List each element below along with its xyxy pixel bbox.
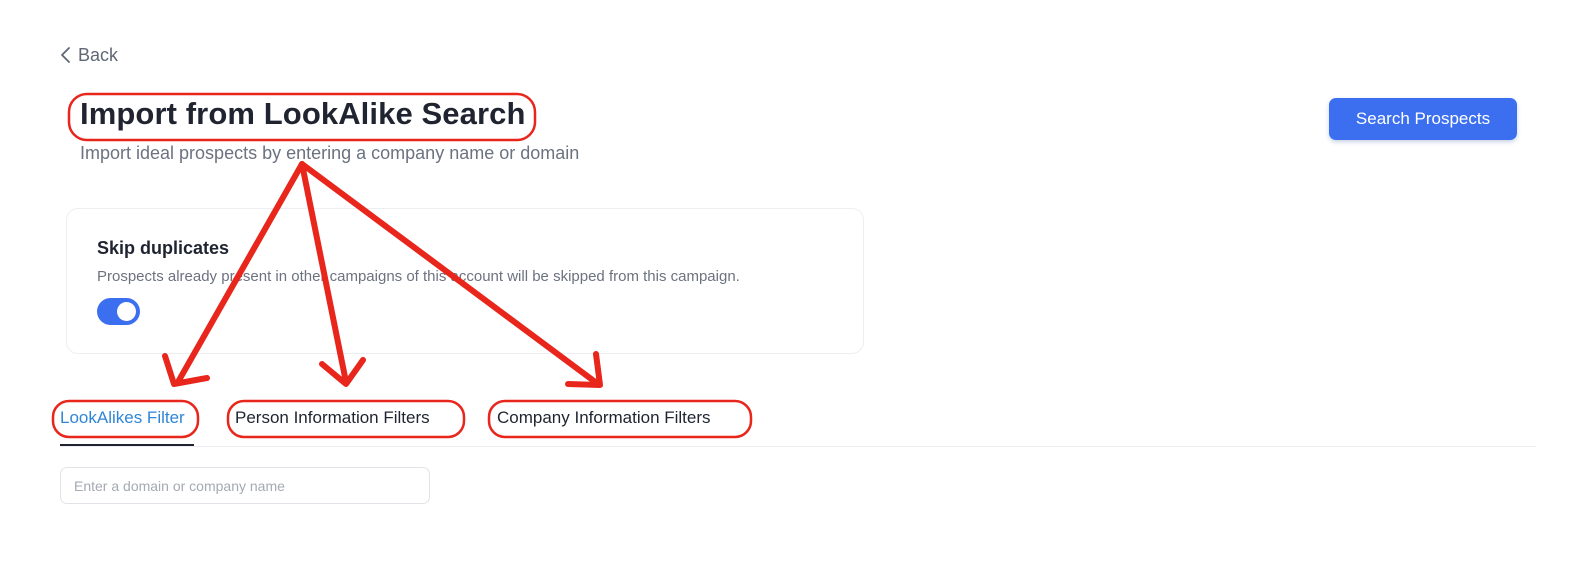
arrow-head-tab1 <box>162 353 210 387</box>
active-tab-underline <box>60 444 194 446</box>
domain-search-input[interactable] <box>60 467 430 504</box>
skip-duplicates-title: Skip duplicates <box>97 238 230 258</box>
toggle-knob <box>117 302 136 321</box>
filter-tabs: LookAlikes Filter Person Information Fil… <box>60 400 1536 447</box>
tab-company-information-filters[interactable]: Company Information Filters <box>497 408 711 428</box>
arrow-head-tab2 <box>319 357 366 387</box>
page-subtitle: Import ideal prospects by entering a com… <box>80 143 580 163</box>
chevron-left-icon <box>61 47 70 63</box>
tab-lookalikes-filter[interactable]: LookAlikes Filter <box>60 408 185 428</box>
skip-duplicates-card: Skip duplicates Prospects already presen… <box>66 208 864 354</box>
tab-person-information-filters[interactable]: Person Information Filters <box>235 408 430 428</box>
back-label: Back <box>78 44 119 65</box>
search-prospects-button[interactable]: Search Prospects <box>1329 98 1517 140</box>
back-link[interactable]: Back <box>58 44 118 66</box>
arrow-head-tab3 <box>565 351 603 388</box>
page-title: Import from LookAlike Search <box>80 96 526 131</box>
skip-duplicates-toggle[interactable] <box>97 298 140 325</box>
skip-duplicates-description: Prospects already present in other campa… <box>97 268 740 285</box>
